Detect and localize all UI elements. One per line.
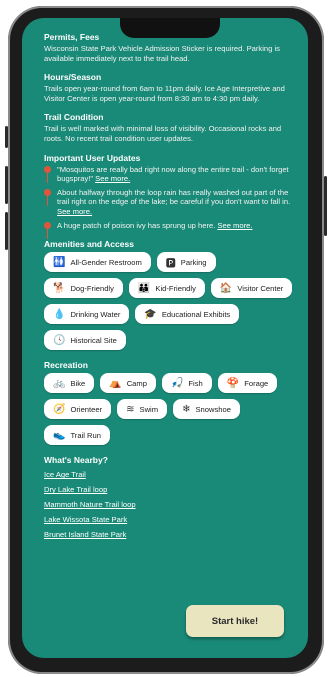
nearby-link[interactable]: Ice Age Trail	[44, 470, 86, 479]
visitor-center-icon: 🏠	[219, 282, 233, 294]
mushroom-icon: 🍄	[226, 377, 240, 389]
chip-label: Fish	[188, 378, 203, 388]
waves-icon: ≋	[126, 403, 135, 415]
see-more-link[interactable]: See more.	[95, 174, 130, 183]
chip-snowshoe[interactable]: ❄ Snowshoe	[173, 399, 240, 420]
dog-icon: 🐕	[53, 282, 66, 294]
see-more-link[interactable]: See more.	[217, 221, 252, 230]
chip-label: Swim	[139, 404, 159, 414]
chip-dog-friendly[interactable]: 🐕 Dog-Friendly	[44, 278, 123, 299]
trail-details: Permits, Fees Wisconsin State Park Vehic…	[44, 32, 294, 542]
nearby-link[interactable]: Lake Wissota State Park	[44, 515, 127, 524]
bike-icon: 🚲	[53, 377, 66, 389]
permits-heading: Permits, Fees	[44, 32, 100, 42]
chip-bike[interactable]: 🚲 Bike	[44, 373, 95, 394]
hours-section: Hours/Season Trails open year-round from…	[44, 72, 294, 103]
updates-heading: Important User Updates	[44, 152, 141, 163]
mute-switch	[5, 126, 8, 148]
hours-text: Trails open year-round from 6am to 11pm …	[44, 84, 285, 103]
parking-icon: 🅿	[165, 258, 176, 270]
update-item: About halfway through the loop rain has …	[44, 188, 294, 217]
chip-kid-friendly[interactable]: 👪 Kid-Friendly	[128, 278, 205, 299]
chip-parking[interactable]: 🅿 Parking	[156, 252, 216, 273]
nearby-link[interactable]: Brunet Island State Park	[44, 530, 126, 539]
history-icon: 🕓	[53, 334, 66, 346]
nearby-link[interactable]: Mammoth Nature Trail loop	[44, 500, 136, 509]
map-pin-icon	[44, 221, 51, 239]
chip-label: Dog-Friendly	[70, 283, 114, 293]
chip-trail-run[interactable]: 👟 Trail Run	[44, 425, 110, 446]
restroom-icon: 🚻	[53, 256, 66, 268]
compass-icon: 🧭	[53, 403, 66, 415]
chip-label: Forage	[244, 378, 269, 388]
chip-label: Drinking Water	[70, 309, 121, 319]
condition-heading: Trail Condition	[44, 112, 104, 123]
chip-visitor-center[interactable]: 🏠 Visitor Center	[210, 278, 293, 299]
update-item: A huge patch of poison ivy has sprung up…	[44, 220, 294, 239]
map-pin-icon	[44, 188, 51, 206]
recreation-chips: 🚲 Bike ⛺ Camp 🎣 Fish 🍄 Forage 🧭 Orienteer ≋ Sw…	[44, 373, 294, 446]
update-text: About halfway through the loop rain has …	[57, 187, 291, 207]
chip-fish[interactable]: 🎣 Fish	[161, 373, 212, 394]
chip-label: All-Gender Restroom	[70, 257, 142, 267]
update-item: "Mosquitos are really bad right now alon…	[44, 165, 294, 184]
chip-label: Bike	[70, 378, 86, 388]
chip-label: Kid-Friendly	[155, 283, 196, 293]
updates-section: Important User Updates "Mosquitos are re…	[44, 152, 294, 239]
volume-up-button	[5, 166, 8, 204]
start-hike-button[interactable]: Start hike!	[186, 605, 284, 637]
amenities-heading: Amenities and Access	[44, 239, 134, 250]
app-screen: Permits, Fees Wisconsin State Park Vehic…	[22, 18, 308, 658]
amenities-chips: 🚻 All-Gender Restroom 🅿 Parking 🐕 Dog-Frien…	[44, 252, 294, 351]
condition-text: Trail is well marked with minimal loss o…	[44, 124, 282, 143]
chip-label: Educational Exhibits	[161, 309, 231, 319]
chip-label: Visitor Center	[237, 283, 284, 293]
volume-down-button	[5, 212, 8, 250]
water-drop-icon: 💧	[53, 308, 66, 320]
update-text: A huge patch of poison ivy has sprung up…	[57, 220, 218, 230]
chip-label: Trail Run	[70, 430, 101, 440]
chip-drinking-water[interactable]: 💧 Drinking Water	[44, 304, 130, 325]
nearby-link[interactable]: Dry Lake Trail loop	[44, 485, 107, 494]
chip-label: Parking	[180, 257, 207, 267]
chip-label: Snowshoe	[195, 404, 231, 414]
chip-all-gender-restroom[interactable]: 🚻 All-Gender Restroom	[44, 252, 151, 273]
chip-swim[interactable]: ≋ Swim	[117, 399, 168, 420]
see-more-link[interactable]: See more.	[57, 207, 92, 216]
recreation-heading: Recreation	[44, 360, 88, 371]
map-pin-icon	[44, 165, 51, 183]
graduation-cap-icon: 🎓	[144, 308, 157, 320]
chip-label: Historical Site	[70, 335, 117, 345]
permits-section: Permits, Fees Wisconsin State Park Vehic…	[44, 32, 294, 63]
chip-forage[interactable]: 🍄 Forage	[217, 373, 278, 394]
chip-label: Camp	[126, 378, 147, 388]
chip-label: Orienteer	[70, 404, 103, 414]
nearby-heading: What's Nearby?	[44, 455, 108, 466]
power-button	[324, 176, 327, 236]
kid-icon: 👪	[137, 282, 151, 294]
chip-orienteer[interactable]: 🧭 Orienteer	[44, 399, 112, 420]
chip-camp[interactable]: ⛺ Camp	[100, 373, 156, 394]
chip-educational-exhibits[interactable]: 🎓 Educational Exhibits	[135, 304, 240, 325]
chip-historical-site[interactable]: 🕓 Historical Site	[44, 330, 126, 351]
update-text: "Mosquitos are really bad right now alon…	[57, 164, 289, 184]
snowshoe-icon: ❄	[182, 403, 191, 415]
tent-icon: ⛺	[109, 377, 122, 389]
condition-section: Trail Condition Trail is well marked wit…	[44, 112, 294, 143]
nearby-list: Ice Age Trail Dry Lake Trail loop Mammot…	[44, 467, 294, 542]
hours-heading: Hours/Season	[44, 72, 102, 83]
shoe-icon: 👟	[53, 429, 66, 441]
permits-text: Wisconsin State Park Vehicle Admission S…	[44, 44, 280, 63]
fish-hook-icon: 🎣	[170, 377, 184, 389]
